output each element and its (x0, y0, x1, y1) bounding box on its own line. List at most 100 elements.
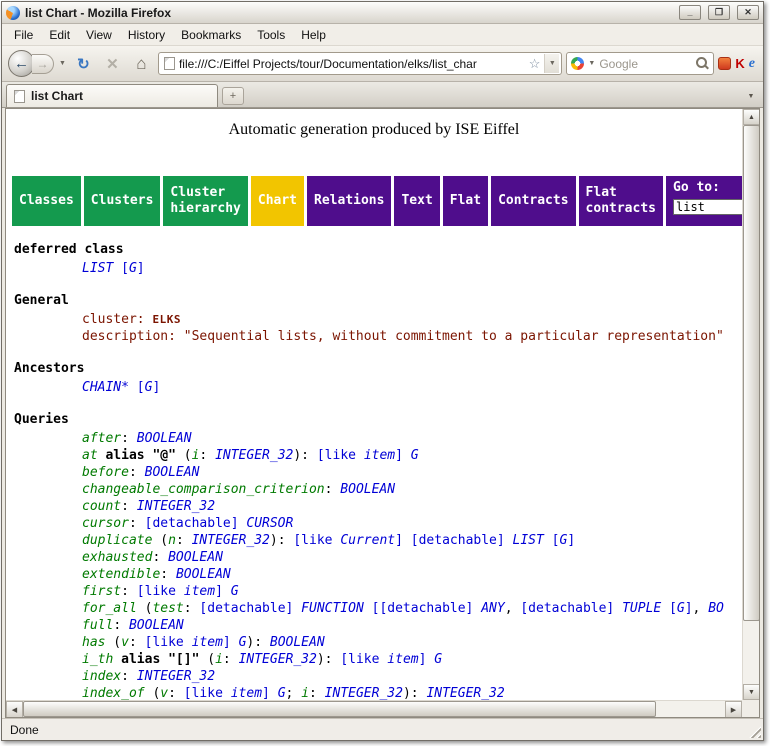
code-seg-type[interactable]: G (231, 584, 239, 599)
code-seg-feat[interactable]: for_all (82, 601, 137, 616)
code-seg-feat[interactable]: i (301, 686, 309, 700)
code-seg-type[interactable]: G (411, 448, 419, 463)
page-button-flat-contracts[interactable]: Flat contracts (579, 176, 663, 226)
menu-edit[interactable]: Edit (42, 26, 77, 44)
history-dropdown-icon[interactable]: ▼ (58, 60, 67, 67)
horizontal-scrollbar[interactable]: ◀ ▶ (6, 700, 742, 717)
back-button[interactable]: ← (8, 50, 35, 77)
code-seg-type[interactable]: INTEGER_32 (137, 499, 215, 514)
code-seg-type[interactable]: INTEGER_32 (137, 669, 215, 684)
scroll-up-icon[interactable]: ▲ (743, 109, 760, 125)
menu-view[interactable]: View (79, 26, 119, 44)
page-button-chart[interactable]: Chart (251, 176, 304, 226)
code-seg-type[interactable]: item (184, 584, 215, 599)
code-seg-feat[interactable]: index_of (82, 686, 145, 700)
code-seg-feat[interactable]: changeable_comparison_criterion (82, 482, 325, 497)
code-seg-type[interactable]: G (434, 652, 442, 667)
code-seg-feat[interactable]: after (82, 431, 121, 446)
code-seg-type[interactable]: INTEGER_32 (426, 686, 504, 700)
code-seg-type[interactable]: G (278, 686, 286, 700)
code-seg-feat[interactable]: extendible (82, 567, 160, 582)
menu-help[interactable]: Help (294, 26, 333, 44)
menu-bookmarks[interactable]: Bookmarks (174, 26, 248, 44)
scroll-right-icon[interactable]: ▶ (725, 701, 742, 718)
code-seg-type[interactable]: Current (340, 533, 395, 548)
tab-list-chart[interactable]: list Chart (6, 84, 218, 107)
code-seg-feat[interactable]: v (160, 686, 168, 700)
menu-file[interactable]: File (7, 26, 40, 44)
code-seg-feat[interactable]: duplicate (82, 533, 152, 548)
code-seg-type[interactable]: G (677, 601, 685, 616)
scroll-down-icon[interactable]: ▼ (743, 684, 760, 700)
home-button[interactable]: ⌂ (129, 52, 154, 76)
scroll-left-icon[interactable]: ◀ (6, 701, 23, 718)
kaspersky-icon[interactable]: K (735, 56, 744, 71)
vertical-scrollbar[interactable]: ▲ ▼ (742, 109, 759, 700)
titlebar[interactable]: list Chart - Mozilla Firefox _ ❐ ✕ (2, 2, 763, 24)
code-seg-type[interactable]: CHAIN* (82, 380, 129, 395)
code-seg-type[interactable]: BOOLEAN (168, 550, 223, 565)
search-input[interactable]: Google (599, 57, 693, 71)
search-box[interactable]: ▼ Google (566, 52, 714, 75)
code-seg-feat[interactable]: test (152, 601, 183, 616)
code-seg-type[interactable]: INTEGER_32 (239, 652, 317, 667)
code-seg-feat[interactable]: i_th (82, 652, 113, 667)
code-seg-type[interactable]: G (129, 261, 137, 276)
code-seg-feat[interactable]: first (82, 584, 121, 599)
page-button-clusters[interactable]: Clusters (84, 176, 161, 226)
resize-grip[interactable] (748, 725, 761, 738)
search-icon[interactable] (696, 57, 709, 70)
code-seg-type[interactable]: INTEGER_32 (325, 686, 403, 700)
addon-flag-icon[interactable] (718, 57, 731, 70)
code-seg-type[interactable]: item (231, 686, 262, 700)
menu-tools[interactable]: Tools (250, 26, 292, 44)
code-seg-feat[interactable]: count (82, 499, 121, 514)
new-tab-button[interactable]: + (222, 87, 244, 105)
refresh-button[interactable]: ↻ (71, 52, 96, 76)
google-icon[interactable] (571, 57, 584, 70)
ie-icon[interactable]: e (749, 56, 757, 72)
code-seg-type[interactable]: BOOLEAN (145, 465, 200, 480)
tab-list-dropdown-icon[interactable]: ▼ (743, 87, 759, 105)
code-seg-feat[interactable]: v (121, 635, 129, 650)
goto-input[interactable] (673, 199, 742, 215)
page-button-classes[interactable]: Classes (12, 176, 81, 226)
code-seg-feat[interactable]: cursor (82, 516, 129, 531)
page-button-flat[interactable]: Flat (443, 176, 488, 226)
code-seg-feat[interactable]: i (215, 652, 223, 667)
page-button-text[interactable]: Text (394, 176, 439, 226)
code-seg-type[interactable]: item (387, 652, 418, 667)
code-seg-type[interactable]: BOOLEAN (270, 635, 325, 650)
code-seg-type[interactable]: item (364, 448, 395, 463)
code-seg-type[interactable]: INTEGER_32 (192, 533, 270, 548)
url-text[interactable]: file:///C:/Eiffel Projects/tour/Document… (179, 57, 525, 71)
code-seg-type[interactable]: BO (708, 601, 724, 616)
code-seg-type[interactable]: FUNCTION (301, 601, 364, 616)
code-seg-type[interactable]: CURSOR (246, 516, 293, 531)
code-seg-feat[interactable]: full (82, 618, 113, 633)
code-seg-type[interactable]: ANY (481, 601, 504, 616)
url-bar[interactable]: file:///C:/Eiffel Projects/tour/Document… (158, 52, 562, 75)
code-seg-type[interactable]: LIST (82, 261, 113, 276)
page-button-relations[interactable]: Relations (307, 176, 391, 226)
code-seg-type[interactable]: INTEGER_32 (215, 448, 293, 463)
page-button-go-to[interactable]: Go to: (666, 176, 742, 226)
code-seg-feat[interactable]: at (82, 448, 98, 463)
code-seg-type[interactable]: BOOLEAN (137, 431, 192, 446)
code-seg-type[interactable]: BOOLEAN (176, 567, 231, 582)
stop-button[interactable]: ✕ (100, 52, 125, 76)
menu-history[interactable]: History (121, 26, 172, 44)
vertical-scroll-thumb[interactable] (743, 125, 760, 621)
code-seg-type[interactable]: BOOLEAN (129, 618, 184, 633)
code-seg-feat[interactable]: index (82, 669, 121, 684)
close-button[interactable]: ✕ (737, 5, 759, 20)
search-engine-dropdown-icon[interactable]: ▼ (587, 60, 596, 67)
url-dropdown-icon[interactable]: ▼ (544, 54, 559, 73)
forward-button[interactable]: → (32, 54, 54, 74)
code-seg-type[interactable]: item (192, 635, 223, 650)
code-seg-type[interactable]: BOOLEAN (340, 482, 395, 497)
maximize-button[interactable]: ❐ (708, 5, 730, 20)
code-seg-type[interactable]: TUPLE (622, 601, 661, 616)
code-seg-feat[interactable]: before (82, 465, 129, 480)
bookmark-star-icon[interactable]: ☆ (529, 57, 541, 70)
